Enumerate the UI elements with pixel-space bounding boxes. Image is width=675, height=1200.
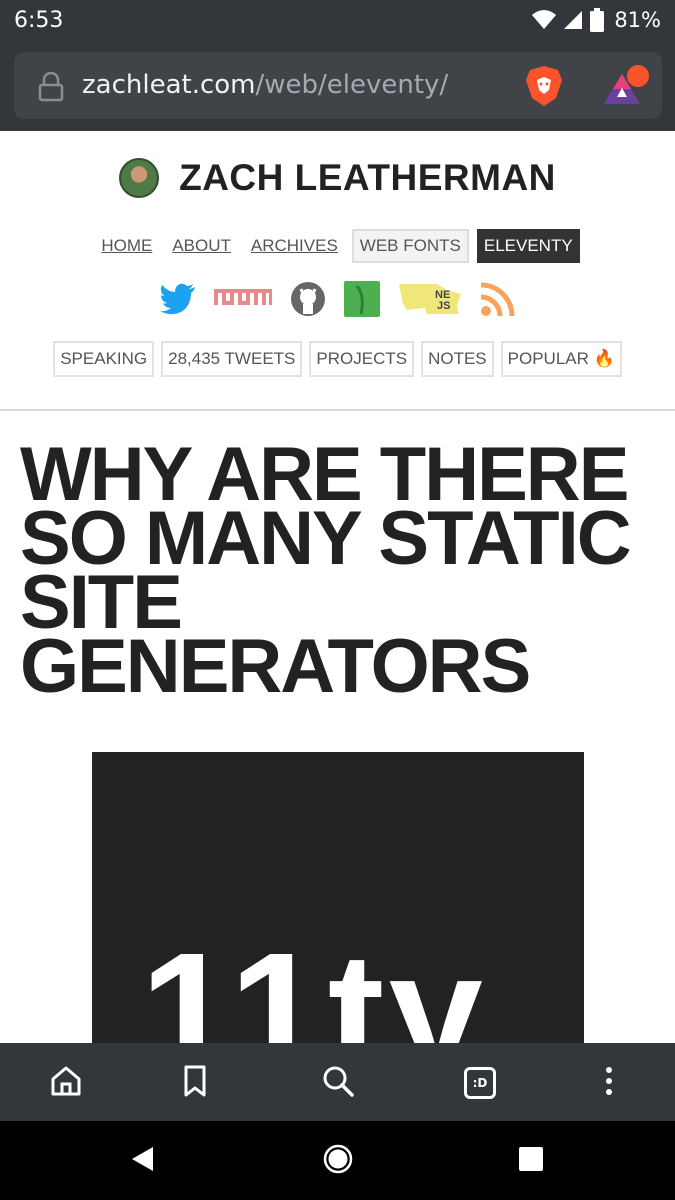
home-icon xyxy=(49,1064,83,1103)
home-button[interactable] xyxy=(46,1063,86,1103)
social-links: NE JS xyxy=(0,280,675,323)
web-page: ZACH LEATHERMAN HOME ABOUT ARCHIVES WEB … xyxy=(0,131,675,1043)
wifi-icon xyxy=(532,9,557,31)
browser-toolbar: zachleat.com/web/eleventy/ xyxy=(0,40,675,131)
article-headline: Why Are There So Many Static Site Genera… xyxy=(20,432,632,709)
npm-icon[interactable] xyxy=(213,288,273,315)
site-title[interactable]: ZACH LEATHERMAN xyxy=(179,157,556,199)
status-time: 6:53 xyxy=(14,8,64,33)
browser-bottom-bar: :D xyxy=(0,1043,675,1121)
battery-percent: 81% xyxy=(614,8,661,32)
cell-signal-icon xyxy=(562,9,584,31)
nav-web-fonts-link[interactable]: WEB FONTS xyxy=(351,229,469,263)
nav-about-link[interactable]: ABOUT xyxy=(166,230,237,262)
header-divider xyxy=(0,409,675,411)
hero-image: 11ty xyxy=(92,752,584,1043)
recents-button[interactable] xyxy=(513,1143,549,1179)
nav-home-link[interactable]: HOME xyxy=(95,230,158,262)
secondary-nav: SPEAKING 28,435 TWEETS PROJECTS NOTES PO… xyxy=(0,341,675,377)
speaking-link[interactable]: SPEAKING xyxy=(53,341,155,377)
android-nav-bar xyxy=(0,1121,675,1200)
rss-icon[interactable] xyxy=(479,280,517,323)
url-path: /web/eleventy/ xyxy=(255,70,449,100)
url-bar[interactable]: zachleat.com/web/eleventy/ xyxy=(14,52,662,119)
site-nav: HOME ABOUT ARCHIVES WEB FONTS ELEVENTY xyxy=(0,229,675,263)
lock-icon[interactable] xyxy=(38,71,64,107)
hero-logo-text: 11ty xyxy=(140,918,487,1043)
projects-link[interactable]: PROJECTS xyxy=(309,341,415,377)
bookmark-button[interactable] xyxy=(175,1063,215,1103)
circle-home-icon xyxy=(322,1143,354,1180)
tabs-icon: :D xyxy=(464,1067,496,1099)
url-host: zachleat.com xyxy=(82,70,256,100)
square-recents-icon xyxy=(518,1146,544,1177)
nejs-text-bottom: JS xyxy=(437,300,450,312)
brave-shields-icon[interactable] xyxy=(524,64,564,113)
brave-rewards-icon[interactable] xyxy=(602,64,652,113)
avatar[interactable] xyxy=(119,158,160,198)
site-header[interactable]: ZACH LEATHERMAN xyxy=(0,155,675,201)
back-button[interactable] xyxy=(124,1143,160,1179)
url-text[interactable]: zachleat.com/web/eleventy/ xyxy=(82,70,448,100)
status-icons: 81% xyxy=(532,6,661,34)
github-icon[interactable] xyxy=(289,280,327,323)
battery-icon xyxy=(590,8,605,32)
more-button[interactable] xyxy=(589,1063,629,1103)
tabs-count: :D xyxy=(472,1076,488,1090)
tweets-link[interactable]: 28,435 TWEETS xyxy=(161,341,303,377)
tabs-button[interactable]: :D xyxy=(460,1063,500,1103)
popular-link[interactable]: POPULAR 🔥 xyxy=(500,341,622,377)
home-nav-button[interactable] xyxy=(320,1143,356,1179)
glitch-icon[interactable] xyxy=(343,280,381,323)
bookmark-icon xyxy=(182,1064,208,1103)
search-icon xyxy=(321,1064,355,1103)
search-button[interactable] xyxy=(318,1063,358,1103)
nav-archives-link[interactable]: ARCHIVES xyxy=(245,230,344,262)
nejs-icon[interactable]: NE JS xyxy=(397,280,463,323)
status-bar: 6:53 81% xyxy=(0,0,675,40)
nav-eleventy-link[interactable]: ELEVENTY xyxy=(476,229,580,263)
notes-link[interactable]: NOTES xyxy=(421,341,494,377)
more-icon xyxy=(604,1066,614,1101)
twitter-icon[interactable] xyxy=(159,283,197,320)
back-icon xyxy=(129,1145,155,1178)
